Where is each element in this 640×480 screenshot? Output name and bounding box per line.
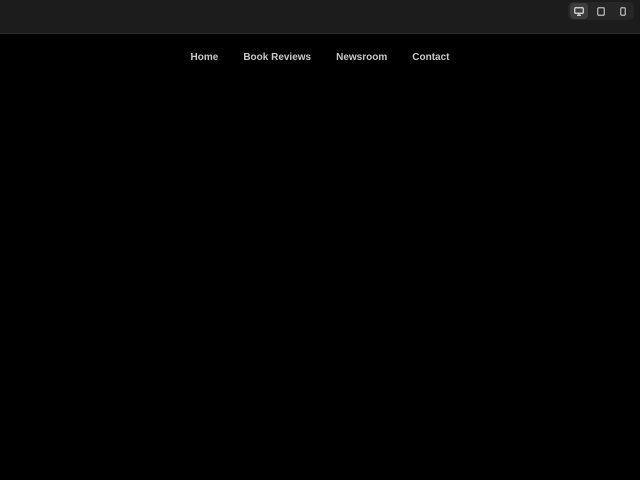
main-navigation: Home Book Reviews Newsroom Contact: [0, 48, 640, 66]
mobile-view-button[interactable]: [614, 3, 632, 19]
nav-link-contact[interactable]: Contact: [412, 52, 449, 63]
mobile-icon: [620, 6, 626, 16]
page-content-area: [0, 70, 640, 480]
preview-toolbar: [0, 0, 640, 34]
tablet-view-button[interactable]: [592, 3, 610, 19]
desktop-icon: [574, 6, 584, 16]
tablet-icon: [597, 6, 605, 16]
nav-link-home[interactable]: Home: [191, 52, 219, 63]
nav-link-book-reviews[interactable]: Book Reviews: [243, 52, 311, 63]
desktop-view-button[interactable]: [570, 3, 588, 19]
nav-link-newsroom[interactable]: Newsroom: [336, 52, 387, 63]
device-switcher: [568, 2, 634, 20]
